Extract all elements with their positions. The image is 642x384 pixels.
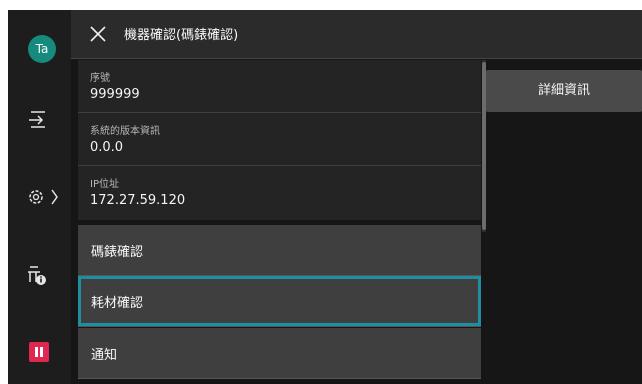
serial-number-row: 序號 999999 <box>78 60 481 113</box>
serial-number-label: 序號 <box>90 73 110 84</box>
ip-address-row: IP位址 172.27.59.120 <box>78 166 481 218</box>
ip-address-value: 172.27.59.120 <box>90 193 186 208</box>
menu-item-label: 耗材確認 <box>91 296 144 311</box>
device-info-panel: 序號 999999 系統的版本資訊 0.0.0 IP位址 172.27.59.1… <box>78 60 481 220</box>
menu-item-notifications[interactable]: 通知 <box>78 328 481 379</box>
page-title: 機器確認(碼錶確認) <box>124 28 239 43</box>
menu-item-supplies-check[interactable]: 耗材確認 <box>78 276 481 327</box>
system-version-value: 0.0.0 <box>90 140 124 155</box>
header-bar: 機器確認(碼錶確認) <box>71 10 642 59</box>
user-avatar[interactable]: Ta <box>28 35 56 63</box>
menu-item-meter-check[interactable]: 碼錶確認 <box>78 225 481 276</box>
settings-gear-icon[interactable] <box>26 186 66 208</box>
detail-info-button[interactable]: 詳細資訊 <box>486 70 642 112</box>
ip-address-label: IP位址 <box>90 179 119 190</box>
serial-number-value: 999999 <box>90 87 140 102</box>
menu-item-label: 碼錶確認 <box>91 245 144 260</box>
pause-icon[interactable] <box>29 342 49 362</box>
menu-item-label: 通知 <box>91 348 118 363</box>
sign-in-icon[interactable] <box>26 109 50 129</box>
close-icon[interactable] <box>89 25 107 43</box>
system-version-row: 系統的版本資訊 0.0.0 <box>78 113 481 166</box>
system-version-label: 系統的版本資訊 <box>90 126 160 137</box>
printer-info-icon[interactable] <box>26 263 50 287</box>
side-rail: Ta <box>8 10 71 384</box>
device-screen: Ta 機器確認(碼錶確認) 序號 999999 系統的版本資訊 0.0.0 IP… <box>8 10 642 384</box>
